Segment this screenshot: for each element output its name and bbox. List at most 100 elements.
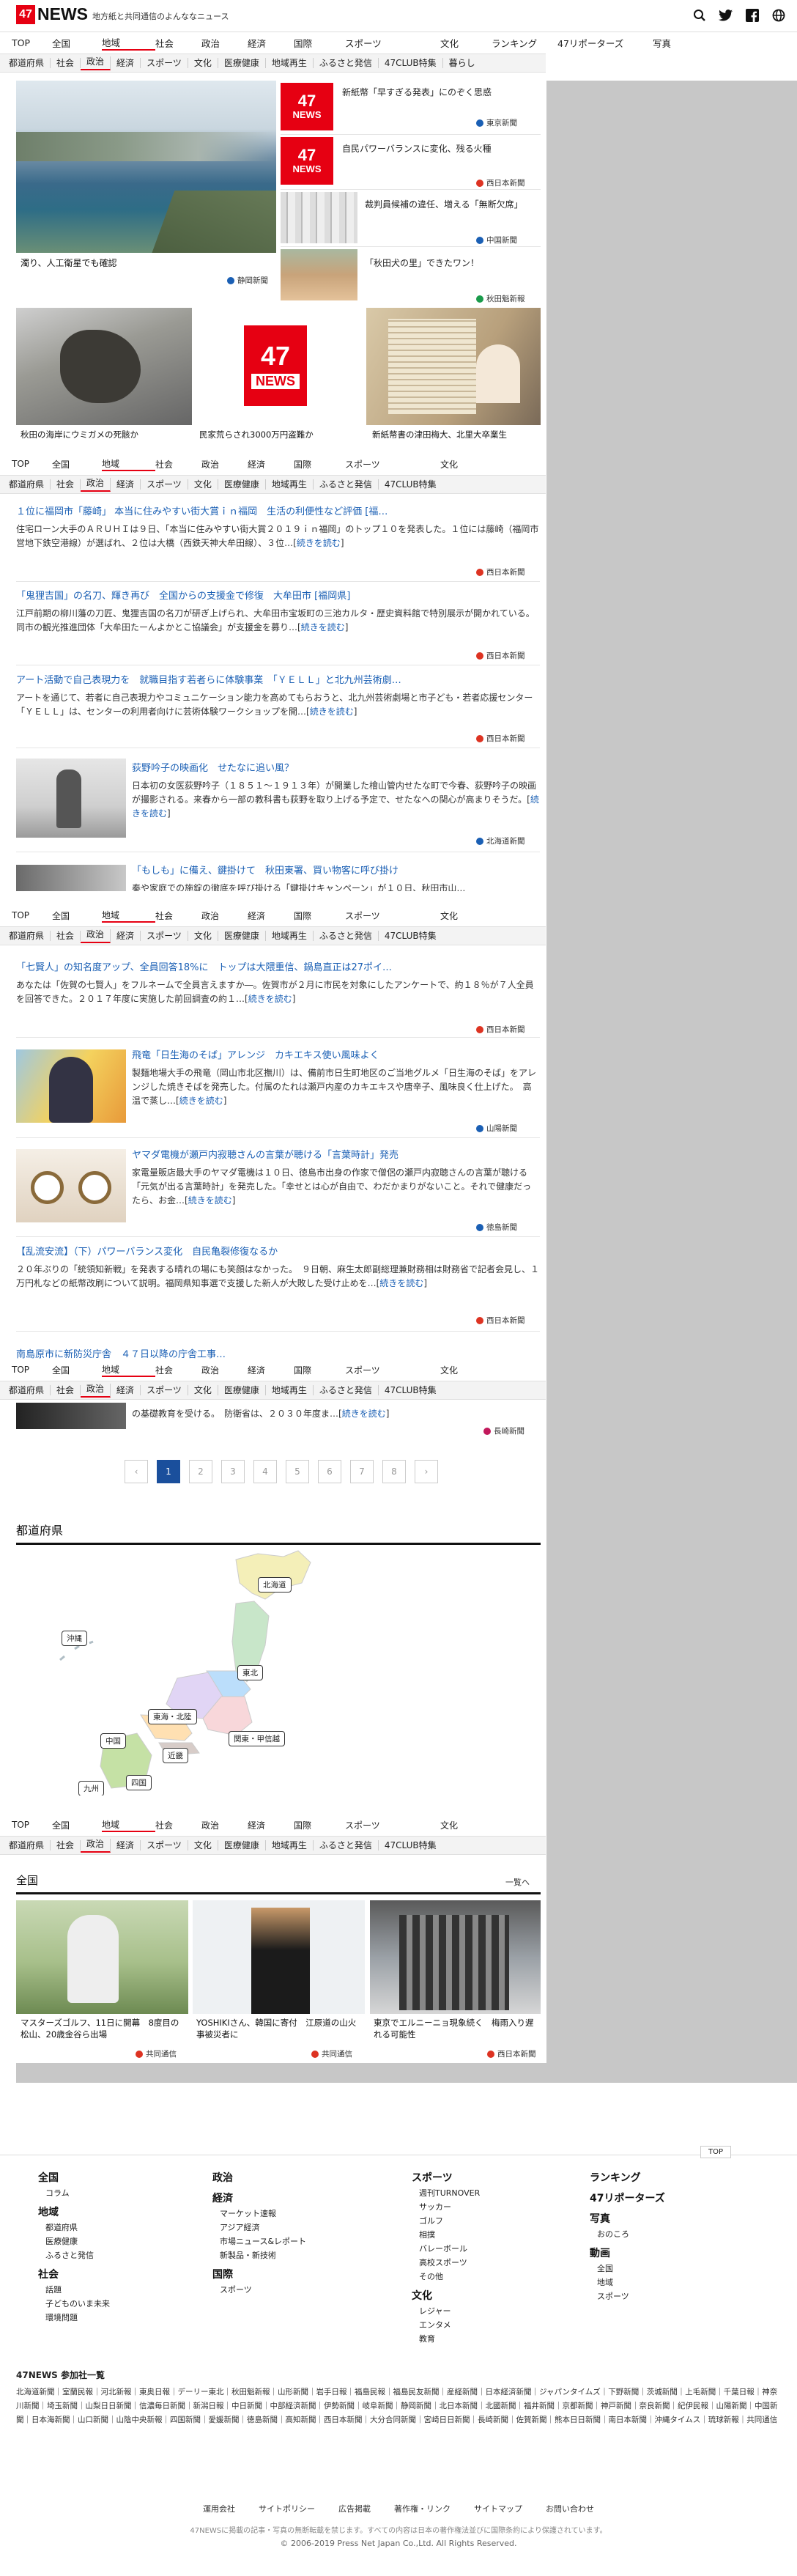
subnav-revitalization[interactable]: 地域再生 xyxy=(266,931,314,941)
footer-heading[interactable]: 文化 xyxy=(412,2288,480,2304)
subnav-hometown[interactable]: ふるさと発信 xyxy=(314,479,379,490)
nav-economy[interactable]: 経済 xyxy=(248,458,294,470)
article-thumb[interactable] xyxy=(16,1149,126,1222)
footer-link[interactable]: お問い合わせ xyxy=(546,2503,594,2514)
pagination-page[interactable]: 3 xyxy=(221,1460,245,1483)
subnav-economy[interactable]: 経済 xyxy=(111,58,141,68)
nav-culture[interactable]: 文化 xyxy=(440,909,484,922)
nav-politics[interactable]: 政治 xyxy=(201,1364,248,1376)
globe-icon[interactable] xyxy=(771,7,787,23)
subnav-revitalization[interactable]: 地域再生 xyxy=(266,58,314,68)
nav-society[interactable]: 社会 xyxy=(155,36,201,50)
right-item-title[interactable]: 自民パワーバランスに変化、残る火種 xyxy=(342,142,540,155)
article-item[interactable]: 「もしも」に備え、鍵掛けて 秋田東署、買い物客に呼び掛け 秦や家庭での施錠の徹底… xyxy=(132,865,540,891)
nav-sports[interactable]: スポーツ xyxy=(345,1364,440,1376)
footer-link[interactable]: スポーツ xyxy=(590,2289,665,2303)
article-item[interactable]: ヤマダ電機が瀬戸内寂聴さんの言葉が聴ける「言葉時計」発売 家電量販店最大手のヤマ… xyxy=(132,1149,540,1208)
nav-international[interactable]: 国際 xyxy=(294,1819,345,1831)
nav-society[interactable]: 社会 xyxy=(155,1819,201,1831)
subnav-prefectures[interactable]: 都道府県 xyxy=(0,1840,51,1850)
pagination-page[interactable]: 5 xyxy=(286,1460,309,1483)
nav-politics[interactable]: 政治 xyxy=(201,458,248,470)
region-tohoku[interactable]: 東北 xyxy=(237,1665,263,1680)
twitter-icon[interactable] xyxy=(718,7,734,23)
nav-economy[interactable]: 経済 xyxy=(248,909,294,922)
footer-heading[interactable]: 経済 xyxy=(212,2191,306,2207)
bottom-feature-photo[interactable] xyxy=(16,308,192,425)
region-tokai-hokuriku[interactable]: 東海・北陸 xyxy=(148,1709,197,1724)
nav-national[interactable]: 全国 xyxy=(52,36,102,50)
article-title[interactable]: ヤマダ電機が瀬戸内寂聴さんの言葉が聴ける「言葉時計」発売 xyxy=(132,1149,540,1162)
subnav-life[interactable]: 暮らし xyxy=(443,58,481,68)
subnav-sports[interactable]: スポーツ xyxy=(141,931,188,941)
bottom-feature-caption[interactable]: 新紙幣書の津田梅大、北里大卒業生 xyxy=(372,429,507,440)
read-more-link[interactable]: 続きを読む xyxy=(301,622,345,632)
footer-heading[interactable]: 社会 xyxy=(38,2267,110,2283)
subnav-revitalization[interactable]: 地域再生 xyxy=(266,479,314,490)
footer-heading[interactable]: 国際 xyxy=(212,2267,306,2283)
subnav-health[interactable]: 医療健康 xyxy=(218,479,266,490)
article-item[interactable]: 荻野吟子の映画化 せたなに追い風？ 日本初の女医荻野吟子（１８５１～１９１３年）… xyxy=(132,762,540,821)
item-thumb-photo[interactable] xyxy=(281,192,357,243)
article-title[interactable]: １位に福岡市「藤崎」 本当に住みやすい街大賞ｉｎ福岡 生活の利便性など評価 [福… xyxy=(16,506,540,519)
nav-sports[interactable]: スポーツ xyxy=(345,909,440,922)
nav-region[interactable]: 地域 xyxy=(102,35,155,51)
footer-heading[interactable]: ランキング xyxy=(590,2170,665,2186)
nav-sports[interactable]: スポーツ xyxy=(345,458,440,470)
nav-top[interactable]: TOP xyxy=(12,459,52,469)
article-title[interactable]: アート活動で自己表現力を 就職目指す若者らに体験事業 「ＹＥＬＬ」と北九州芸術劇… xyxy=(16,674,540,687)
footer-link[interactable]: 新製品・新技術 xyxy=(212,2248,306,2262)
nav-national[interactable]: 全国 xyxy=(52,1819,102,1831)
footer-link[interactable]: マーケット速報 xyxy=(212,2207,306,2221)
subnav-culture[interactable]: 文化 xyxy=(188,931,218,941)
subnav-society[interactable]: 社会 xyxy=(51,1840,81,1850)
subnav-sports[interactable]: スポーツ xyxy=(141,58,188,68)
footer-link[interactable]: ふるさと発信 xyxy=(38,2248,110,2262)
footer-link[interactable]: レジャー xyxy=(412,2304,480,2318)
subnav-hometown[interactable]: ふるさと発信 xyxy=(314,931,379,941)
footer-link[interactable]: アジア経済 xyxy=(212,2221,306,2234)
subnav-revitalization[interactable]: 地域再生 xyxy=(266,1385,314,1395)
subnav-society[interactable]: 社会 xyxy=(51,58,81,68)
read-more-link[interactable]: 続きを読む xyxy=(297,538,341,548)
pagination-page[interactable]: 2 xyxy=(189,1460,212,1483)
nav-culture[interactable]: 文化 xyxy=(440,458,484,470)
footer-link[interactable]: 相撲 xyxy=(412,2228,480,2242)
article-thumb[interactable] xyxy=(16,759,126,838)
read-more-link[interactable]: 続きを読む xyxy=(379,1278,423,1288)
nav-sports[interactable]: スポーツ xyxy=(345,36,440,50)
footer-link[interactable]: 話題 xyxy=(38,2283,110,2297)
right-item-title[interactable]: 新紙幣「早すぎる発表」にのぞく思惑 xyxy=(342,86,540,98)
article-title[interactable]: 「鬼狸吉国」の名刀、輝き再び 全国からの支援金で修復 大牟田市 [福岡県] xyxy=(16,590,540,603)
article-thumb[interactable] xyxy=(16,1403,126,1429)
nav-society[interactable]: 社会 xyxy=(155,1364,201,1376)
subnav-culture[interactable]: 文化 xyxy=(188,58,218,68)
article-thumb[interactable] xyxy=(16,1049,126,1123)
nav-photo[interactable]: 写真 xyxy=(653,36,697,50)
nav-reporters[interactable]: 47リポーターズ xyxy=(557,36,653,50)
subnav-politics[interactable]: 政治 xyxy=(81,1838,111,1853)
article-item[interactable]: の基礎教育を受ける。 防衛省は、２０３０年度ま…[続きを読む] xyxy=(132,1407,540,1421)
subnav-sports[interactable]: スポーツ xyxy=(141,1385,188,1395)
national-item-photo[interactable] xyxy=(193,1900,365,2014)
subnav-culture[interactable]: 文化 xyxy=(188,479,218,490)
nav-national[interactable]: 全国 xyxy=(52,458,102,470)
national-item-caption[interactable]: YOSHIKIさん、韓国に寄付 江原道の山火事被災者に xyxy=(196,2017,361,2040)
article-item[interactable]: 「七賢人」の知名度アップ、全員回答18%に トップは大隈重信、鍋島直正は27ポイ… xyxy=(16,962,540,1006)
partners-list[interactable]: 北海道新聞｜室蘭民報｜河北新報｜東奥日報｜デーリー東北｜秋田魁新報｜山形新聞｜岩… xyxy=(16,2385,782,2427)
article-item[interactable]: アート活動で自己表現力を 就職目指す若者らに体験事業 「ＹＥＬＬ」と北九州芸術劇… xyxy=(16,674,540,719)
subnav-prefectures[interactable]: 都道府県 xyxy=(0,1385,51,1395)
nav-international[interactable]: 国際 xyxy=(294,1364,345,1376)
pagination-page[interactable]: 1 xyxy=(157,1460,180,1483)
footer-link[interactable]: その他 xyxy=(412,2270,480,2284)
footer-heading[interactable]: 写真 xyxy=(590,2211,665,2227)
article-item[interactable]: 「鬼狸吉国」の名刀、輝き再び 全国からの支援金で修復 大牟田市 [福岡県] 江戸… xyxy=(16,590,540,635)
article-title[interactable]: 荻野吟子の映画化 せたなに追い風？ xyxy=(132,762,540,775)
subnav-politics[interactable]: 政治 xyxy=(81,477,111,492)
article-thumb[interactable] xyxy=(16,865,126,891)
subnav-politics[interactable]: 政治 xyxy=(81,1383,111,1398)
bottom-feature-caption[interactable]: 秋田の海岸にウミガメの死骸か xyxy=(21,429,138,440)
article-item[interactable]: 南島原市に新防災庁舎 ４７日以降の庁舎工事… xyxy=(16,1348,540,1359)
subnav-economy[interactable]: 経済 xyxy=(111,931,141,941)
read-more-link[interactable]: 続きを読む xyxy=(342,1409,386,1419)
